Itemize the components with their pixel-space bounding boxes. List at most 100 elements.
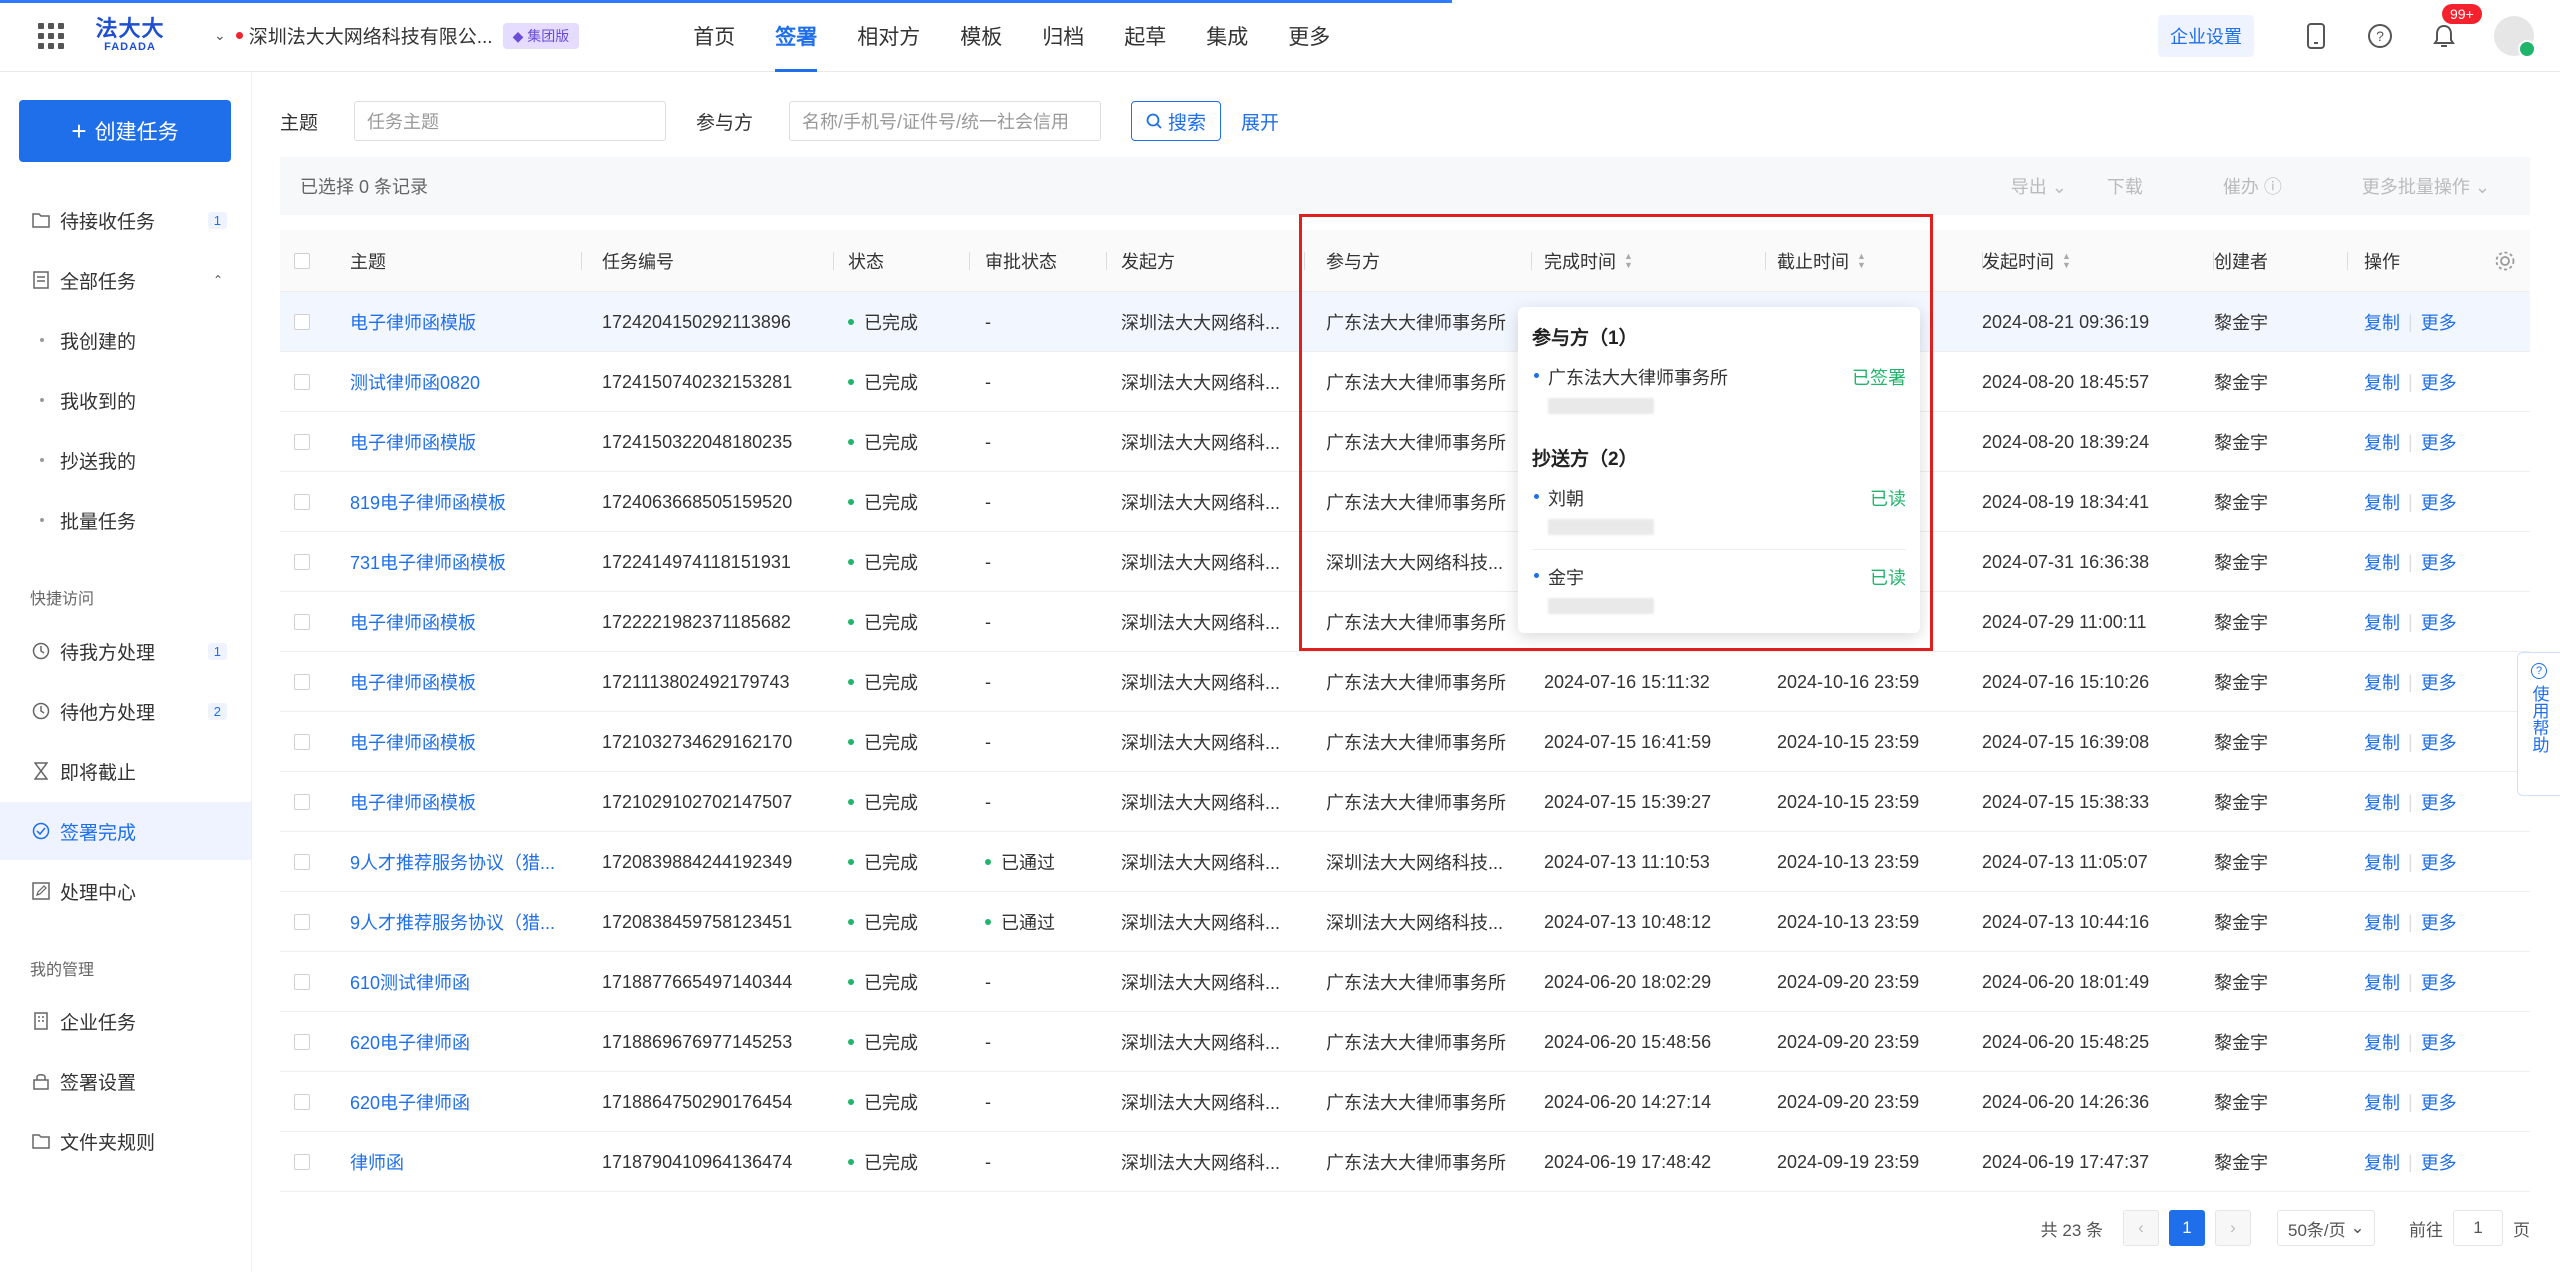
col-deadline[interactable]: 截止时间 ▲ ▼ bbox=[1777, 230, 1983, 292]
cell-party[interactable]: 广东法大大律师事务所 bbox=[1326, 292, 1532, 352]
select-all-checkbox[interactable] bbox=[294, 253, 310, 269]
row-checkbox[interactable] bbox=[294, 794, 310, 810]
app-grid-icon[interactable] bbox=[38, 22, 64, 49]
sidebar-item-pending-me[interactable]: 待我方处理 1 bbox=[0, 622, 251, 680]
row-checkbox[interactable] bbox=[294, 734, 310, 750]
sidebar-item-process-center[interactable]: 处理中心 bbox=[0, 862, 251, 920]
more-link[interactable]: 更多 bbox=[2421, 1089, 2457, 1115]
cell-party[interactable]: 深圳法大大网络科技... bbox=[1326, 532, 1532, 592]
sidebar-item-created-by-me[interactable]: 我创建的 bbox=[0, 311, 251, 369]
nav-template[interactable]: 模板 bbox=[960, 0, 1002, 72]
more-link[interactable]: 更多 bbox=[2421, 1149, 2457, 1175]
cell-subject[interactable]: 9人才推荐服务协议（猎... bbox=[350, 892, 580, 952]
sidebar-item-pending-receive[interactable]: 待接收任务 1 bbox=[0, 191, 251, 249]
row-checkbox[interactable] bbox=[294, 434, 310, 450]
table-row[interactable]: 电子律师函模版 1724150322048180235 已完成 - 深圳法大大网络科..… bbox=[280, 412, 2530, 472]
mobile-icon[interactable] bbox=[2302, 22, 2330, 50]
help-float-button[interactable]: ? 使用帮助 bbox=[2517, 652, 2560, 796]
table-row[interactable]: 电子律师函模板 1721029102702147507 已完成 - 深圳法大大网络科..… bbox=[280, 772, 2530, 832]
row-checkbox[interactable] bbox=[294, 974, 310, 990]
nav-draft[interactable]: 起草 bbox=[1124, 0, 1166, 72]
more-link[interactable]: 更多 bbox=[2421, 609, 2457, 635]
copy-link[interactable]: 复制 bbox=[2364, 909, 2400, 935]
cell-party[interactable]: 广东法大大律师事务所 bbox=[1326, 592, 1532, 652]
subject-input[interactable]: 任务主题 bbox=[354, 101, 667, 141]
table-row[interactable]: 电子律师函模板 1721113802492179743 已完成 - 深圳法大大网络科..… bbox=[280, 652, 2530, 712]
page-size-select[interactable]: 50条/页 ⌄ bbox=[2277, 1210, 2375, 1246]
sidebar-item-corp-tasks[interactable]: 企业任务 bbox=[0, 992, 251, 1050]
sidebar-item-received[interactable]: 我收到的 bbox=[0, 371, 251, 429]
cell-party[interactable]: 广东法大大律师事务所 bbox=[1326, 952, 1532, 1012]
cell-subject[interactable]: 9人才推荐服务协议（猎... bbox=[350, 832, 580, 892]
gear-icon[interactable] bbox=[2494, 250, 2516, 272]
more-link[interactable]: 更多 bbox=[2421, 849, 2457, 875]
cell-party[interactable]: 广东法大大律师事务所 bbox=[1326, 472, 1532, 532]
nav-sign[interactable]: 签署 bbox=[775, 0, 818, 72]
copy-link[interactable]: 复制 bbox=[2364, 669, 2400, 695]
more-link[interactable]: 更多 bbox=[2421, 549, 2457, 575]
more-link[interactable]: 更多 bbox=[2421, 909, 2457, 935]
more-link[interactable]: 更多 bbox=[2421, 1029, 2457, 1055]
cell-subject[interactable]: 610测试律师函 bbox=[350, 952, 580, 1012]
copy-link[interactable]: 复制 bbox=[2364, 1029, 2400, 1055]
copy-link[interactable]: 复制 bbox=[2364, 549, 2400, 575]
copy-link[interactable]: 复制 bbox=[2364, 729, 2400, 755]
download-button[interactable]: 下载 bbox=[2107, 173, 2143, 199]
copy-link[interactable]: 复制 bbox=[2364, 969, 2400, 995]
table-row[interactable]: 620电子律师函 1718869676977145253 已完成 - 深圳法大大网络科.… bbox=[280, 1012, 2530, 1072]
copy-link[interactable]: 复制 bbox=[2364, 849, 2400, 875]
row-checkbox[interactable] bbox=[294, 674, 310, 690]
cell-party[interactable]: 广东法大大律师事务所 bbox=[1326, 1132, 1532, 1192]
cell-subject[interactable]: 819电子律师函模板 bbox=[350, 472, 580, 532]
table-row[interactable]: 电子律师函模版 1724204150292113896 已完成 - 深圳法大大网络科..… bbox=[280, 292, 2530, 352]
more-link[interactable]: 更多 bbox=[2421, 489, 2457, 515]
more-link[interactable]: 更多 bbox=[2421, 309, 2457, 335]
nav-counterparty[interactable]: 相对方 bbox=[857, 0, 920, 72]
cell-subject[interactable]: 电子律师函模版 bbox=[350, 292, 580, 352]
more-link[interactable]: 更多 bbox=[2421, 789, 2457, 815]
expand-filters-link[interactable]: 展开 bbox=[1241, 108, 1279, 135]
col-start-time[interactable]: 发起时间 ▲ ▼ bbox=[1982, 230, 2214, 292]
nav-home[interactable]: 首页 bbox=[693, 0, 735, 72]
export-button[interactable]: 导出 ⌄ bbox=[1971, 173, 2067, 199]
more-link[interactable]: 更多 bbox=[2421, 429, 2457, 455]
row-checkbox[interactable] bbox=[294, 374, 310, 390]
nav-archive[interactable]: 归档 bbox=[1042, 0, 1084, 72]
copy-link[interactable]: 复制 bbox=[2364, 789, 2400, 815]
table-row[interactable]: 测试律师函0820 1724150740232153281 已完成 - 深圳法大大网络科… bbox=[280, 352, 2530, 412]
urge-button[interactable]: 催办 ⓘ bbox=[2183, 173, 2282, 199]
cell-party[interactable]: 广东法大大律师事务所 bbox=[1326, 1012, 1532, 1072]
cell-subject[interactable]: 电子律师函模版 bbox=[350, 412, 580, 472]
more-link[interactable]: 更多 bbox=[2421, 969, 2457, 995]
row-checkbox[interactable] bbox=[294, 494, 310, 510]
chevron-up-icon[interactable]: ⌃ bbox=[213, 273, 223, 287]
sidebar-item-sign-complete[interactable]: 签署完成 bbox=[0, 802, 251, 860]
sidebar-item-sign-settings[interactable]: 签署设置 bbox=[0, 1052, 251, 1110]
cell-party[interactable]: 广东法大大律师事务所 bbox=[1326, 352, 1532, 412]
goto-page-input[interactable]: 1 bbox=[2453, 1210, 2503, 1246]
cell-party[interactable]: 广东法大大律师事务所 bbox=[1326, 772, 1532, 832]
row-checkbox[interactable] bbox=[294, 854, 310, 870]
copy-link[interactable]: 复制 bbox=[2364, 369, 2400, 395]
cell-party[interactable]: 广东法大大律师事务所 bbox=[1326, 412, 1532, 472]
table-row[interactable]: 620电子律师函 1718864750290176454 已完成 - 深圳法大大网络科.… bbox=[280, 1072, 2530, 1132]
cell-subject[interactable]: 电子律师函模板 bbox=[350, 652, 580, 712]
more-link[interactable]: 更多 bbox=[2421, 369, 2457, 395]
table-row[interactable]: 610测试律师函 1718877665497140344 已完成 - 深圳法大大网络科.… bbox=[280, 952, 2530, 1012]
org-switcher[interactable]: ⌄ 深圳法大大网络科技有限公... ◆ 集团版 bbox=[214, 22, 580, 49]
sidebar-item-cc-to-me[interactable]: 抄送我的 bbox=[0, 431, 251, 489]
more-link[interactable]: 更多 bbox=[2421, 669, 2457, 695]
sidebar-item-pending-others[interactable]: 待他方处理 2 bbox=[0, 682, 251, 740]
cell-subject[interactable]: 测试律师函0820 bbox=[350, 352, 580, 412]
table-row[interactable]: 9人才推荐服务协议（猎... 1720839884244192349 已完成 已通过深… bbox=[280, 832, 2530, 892]
cell-subject[interactable]: 620电子律师函 bbox=[350, 1012, 580, 1072]
nav-more[interactable]: 更多 bbox=[1288, 0, 1330, 72]
row-checkbox[interactable] bbox=[294, 614, 310, 630]
sidebar-item-all-tasks[interactable]: 全部任务 ⌃ bbox=[0, 251, 251, 309]
cell-party[interactable]: 深圳法大大网络科技... bbox=[1326, 892, 1532, 952]
table-row[interactable]: 电子律师函模板 1721032734629162170 已完成 - 深圳法大大网络科..… bbox=[280, 712, 2530, 772]
corp-settings-button[interactable]: 企业设置 bbox=[2158, 15, 2254, 57]
copy-link[interactable]: 复制 bbox=[2364, 489, 2400, 515]
cell-party[interactable]: 广东法大大律师事务所 bbox=[1326, 1072, 1532, 1132]
row-checkbox[interactable] bbox=[294, 914, 310, 930]
